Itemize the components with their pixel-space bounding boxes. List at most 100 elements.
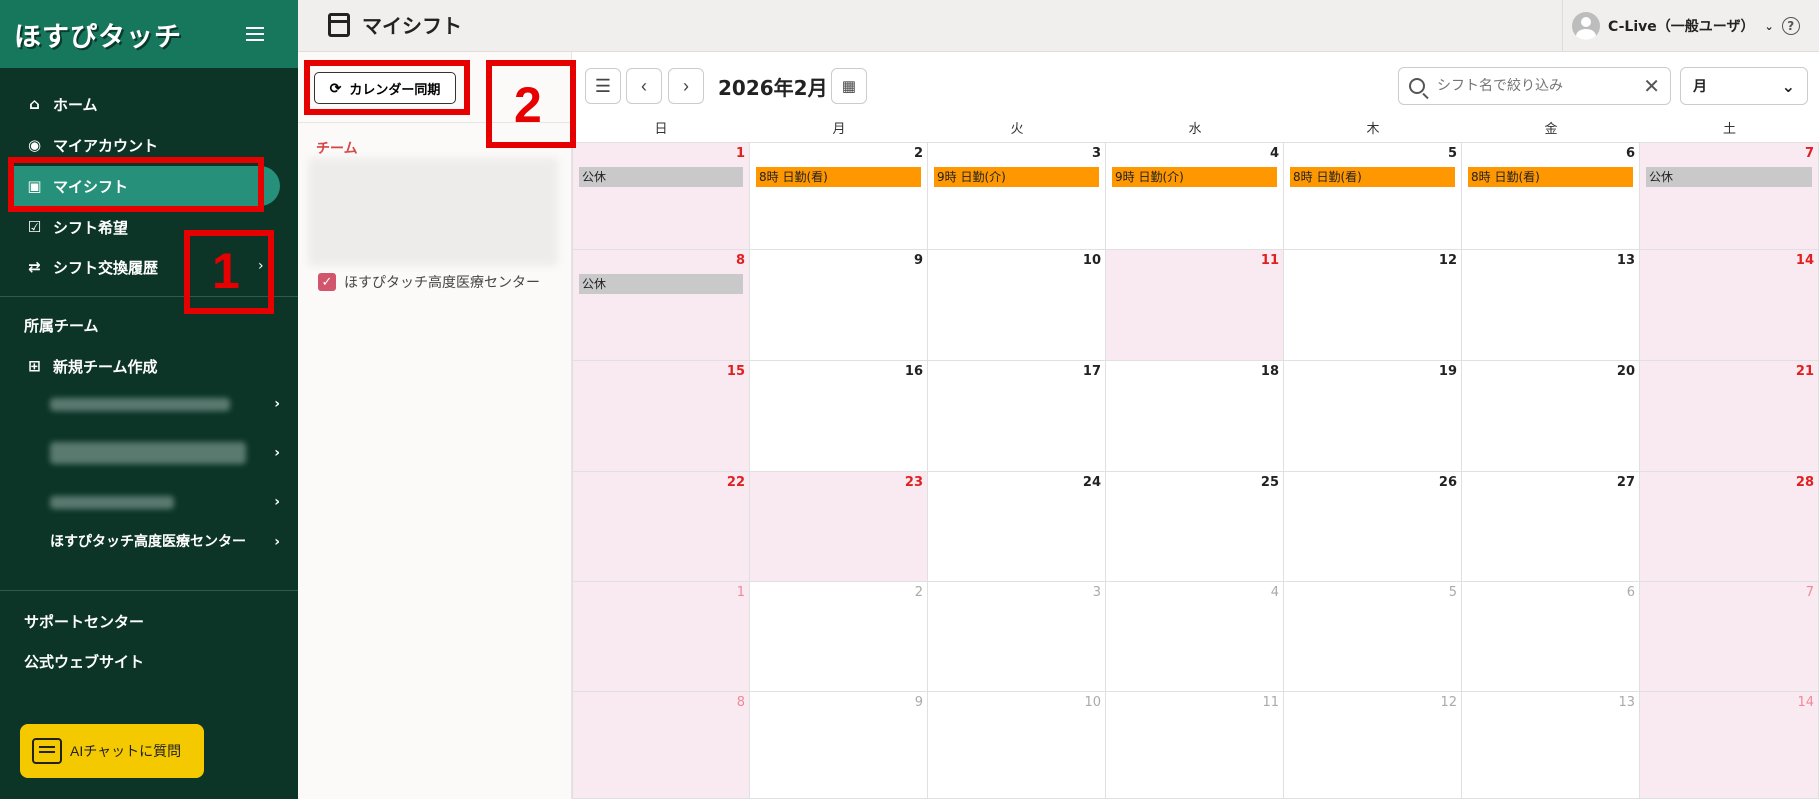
plus-square-icon: ⊞	[28, 357, 41, 375]
date-picker-button[interactable]: ▦	[831, 68, 867, 104]
calendar-day-cell[interactable]: 21	[1640, 361, 1819, 472]
weekday-header: 月	[832, 122, 846, 137]
calendar-day-cell[interactable]: 2 8時 日勤(看)	[750, 142, 928, 250]
calendar-day-cell[interactable]: 3 9時 日勤(介)	[928, 142, 1106, 250]
day-number: 4	[1269, 146, 1279, 161]
help-icon[interactable]: ?	[1781, 17, 1800, 35]
calendar-day-cell[interactable]: 28	[1640, 472, 1819, 582]
calendar-day-cell[interactable]: 24	[928, 472, 1106, 582]
day-number: 1	[736, 585, 745, 600]
ai-chat-button[interactable]: AIチャットに質問	[20, 724, 204, 778]
nav-item-home[interactable]: ⌂ ホーム	[26, 93, 97, 115]
team-filter-checkbox-row[interactable]: ✓ ほすぴタッチ高度医療センター	[318, 272, 540, 292]
calendar-day-cell[interactable]: 27	[1462, 472, 1640, 582]
day-number: 7	[1805, 585, 1814, 600]
team-item-blurred-1[interactable]: ›	[50, 396, 280, 412]
day-number: 8	[735, 253, 745, 268]
calendar-day-cell[interactable]: 17	[928, 361, 1106, 472]
chat-icon	[32, 738, 62, 764]
user-menu[interactable]: C-Live（一般ユーザ） ⌄ ?	[1572, 12, 1800, 40]
checkbox-checked-icon[interactable]: ✓	[318, 273, 336, 291]
day-number: 4	[1270, 585, 1279, 600]
chevron-down-icon: ⌄	[1764, 19, 1774, 33]
calendar-day-cell[interactable]: 1	[572, 582, 750, 692]
calendar-day-cell[interactable]: 8 公休	[572, 250, 750, 361]
day-number: 12	[1440, 695, 1457, 710]
calendar-day-cell[interactable]: 10	[928, 692, 1106, 799]
view-mode-select[interactable]: 月 ⌄	[1680, 67, 1808, 105]
calendar-day-cell[interactable]: 11	[1106, 692, 1284, 799]
support-center-link[interactable]: サポートセンター	[24, 611, 144, 632]
calendar-day-cell[interactable]: 20	[1462, 361, 1640, 472]
day-number: 15	[726, 364, 745, 379]
calendar-day-cell[interactable]: 9	[750, 692, 928, 799]
official-website-link[interactable]: 公式ウェブサイト	[24, 651, 144, 672]
menu-toggle-icon[interactable]	[246, 27, 264, 41]
day-number: 14	[1797, 695, 1814, 710]
day-number: 3	[1091, 146, 1101, 161]
shift-day-off[interactable]: 公休	[579, 274, 743, 294]
calendar-day-cell[interactable]: 7 公休	[1640, 142, 1819, 250]
nav-item-shift-request[interactable]: ☑ シフト希望	[26, 216, 128, 238]
shift-day-off[interactable]: 公休	[579, 167, 743, 187]
calendar-day-cell[interactable]: 8	[572, 692, 750, 799]
day-number: 5	[1448, 585, 1457, 600]
prev-month-button[interactable]: ‹	[626, 68, 662, 104]
team-item-blurred-2[interactable]: ›	[50, 442, 280, 464]
day-number: 23	[904, 475, 923, 490]
calendar-day-cell[interactable]: 13	[1462, 250, 1640, 361]
shift-entry[interactable]: 8時 日勤(看)	[756, 167, 921, 187]
calendar-day-cell[interactable]: 13	[1462, 692, 1640, 799]
calendar-day-cell[interactable]: 16	[750, 361, 928, 472]
calendar-day-cell[interactable]: 9	[750, 250, 928, 361]
calendar-day-cell[interactable]: 19	[1284, 361, 1462, 472]
calendar-day-cell[interactable]: 2	[750, 582, 928, 692]
shift-entry[interactable]: 9時 日勤(介)	[934, 167, 1099, 187]
calendar-day-cell[interactable]: 22	[572, 472, 750, 582]
calendar-day-cell[interactable]: 14	[1640, 250, 1819, 361]
calendar-day-cell[interactable]: 1 公休	[572, 142, 750, 250]
calendar-day-cell[interactable]: 4 9時 日勤(介)	[1106, 142, 1284, 250]
calendar-day-cell[interactable]: 14	[1640, 692, 1819, 799]
calendar-day-cell[interactable]: 10	[928, 250, 1106, 361]
calendar-day-cell[interactable]: 3	[928, 582, 1106, 692]
team-item-hospital[interactable]: ほすぴタッチ高度医療センター ›	[50, 532, 280, 552]
calendar-day-cell[interactable]: 7	[1640, 582, 1819, 692]
list-icon: ☰	[594, 75, 612, 96]
calendar-day-cell[interactable]: 12	[1284, 692, 1462, 799]
new-team-button[interactable]: ⊞ 新規チーム作成	[26, 355, 158, 377]
calendar-day-cell[interactable]: 6 8時 日勤(看)	[1462, 142, 1640, 250]
nav-item-shift-swap-history[interactable]: ⇄ シフト交換履歴	[26, 256, 158, 278]
new-team-label: 新規チーム作成	[53, 357, 158, 376]
day-number: 11	[1262, 695, 1279, 710]
calendar-day-cell[interactable]: 5 8時 日勤(看)	[1284, 142, 1462, 250]
calendar-day-cell[interactable]: 23	[750, 472, 928, 582]
shift-entry[interactable]: 8時 日勤(看)	[1290, 167, 1455, 187]
checklist-icon: ☑	[27, 218, 42, 236]
shift-entry[interactable]: 8時 日勤(看)	[1468, 167, 1633, 187]
calendar-day-cell[interactable]: 18	[1106, 361, 1284, 472]
calendar-day-cell[interactable]: 15	[572, 361, 750, 472]
next-month-button[interactable]: ›	[668, 68, 704, 104]
team-item-blurred-3[interactable]: ›	[50, 494, 280, 510]
calendar-day-cell[interactable]: 26	[1284, 472, 1462, 582]
close-icon[interactable]: ✕	[1643, 74, 1660, 98]
calendar-day-cell[interactable]: 6	[1462, 582, 1640, 692]
day-number: 1	[735, 146, 745, 161]
app-logo[interactable]: ほすぴタッチ	[14, 15, 182, 54]
calendar-day-cell[interactable]: 5	[1284, 582, 1462, 692]
calendar-day-cell[interactable]: 11	[1106, 250, 1284, 361]
calendar-day-cell[interactable]: 25	[1106, 472, 1284, 582]
shift-search-input[interactable]	[1437, 78, 1638, 94]
calendar-day-cell[interactable]: 4	[1106, 582, 1284, 692]
shift-day-off[interactable]: 公休	[1646, 167, 1812, 187]
shift-search-box[interactable]: ✕	[1398, 67, 1671, 105]
list-view-button[interactable]: ☰	[585, 68, 621, 104]
day-number: 3	[1092, 585, 1101, 600]
search-icon	[1409, 78, 1425, 94]
chevron-right-icon: ›	[274, 534, 280, 550]
day-number: 10	[1082, 253, 1101, 268]
calendar-day-cell[interactable]: 12	[1284, 250, 1462, 361]
shift-entry[interactable]: 9時 日勤(介)	[1112, 167, 1277, 187]
nav-item-my-account[interactable]: ◉ マイアカウント	[26, 134, 158, 156]
